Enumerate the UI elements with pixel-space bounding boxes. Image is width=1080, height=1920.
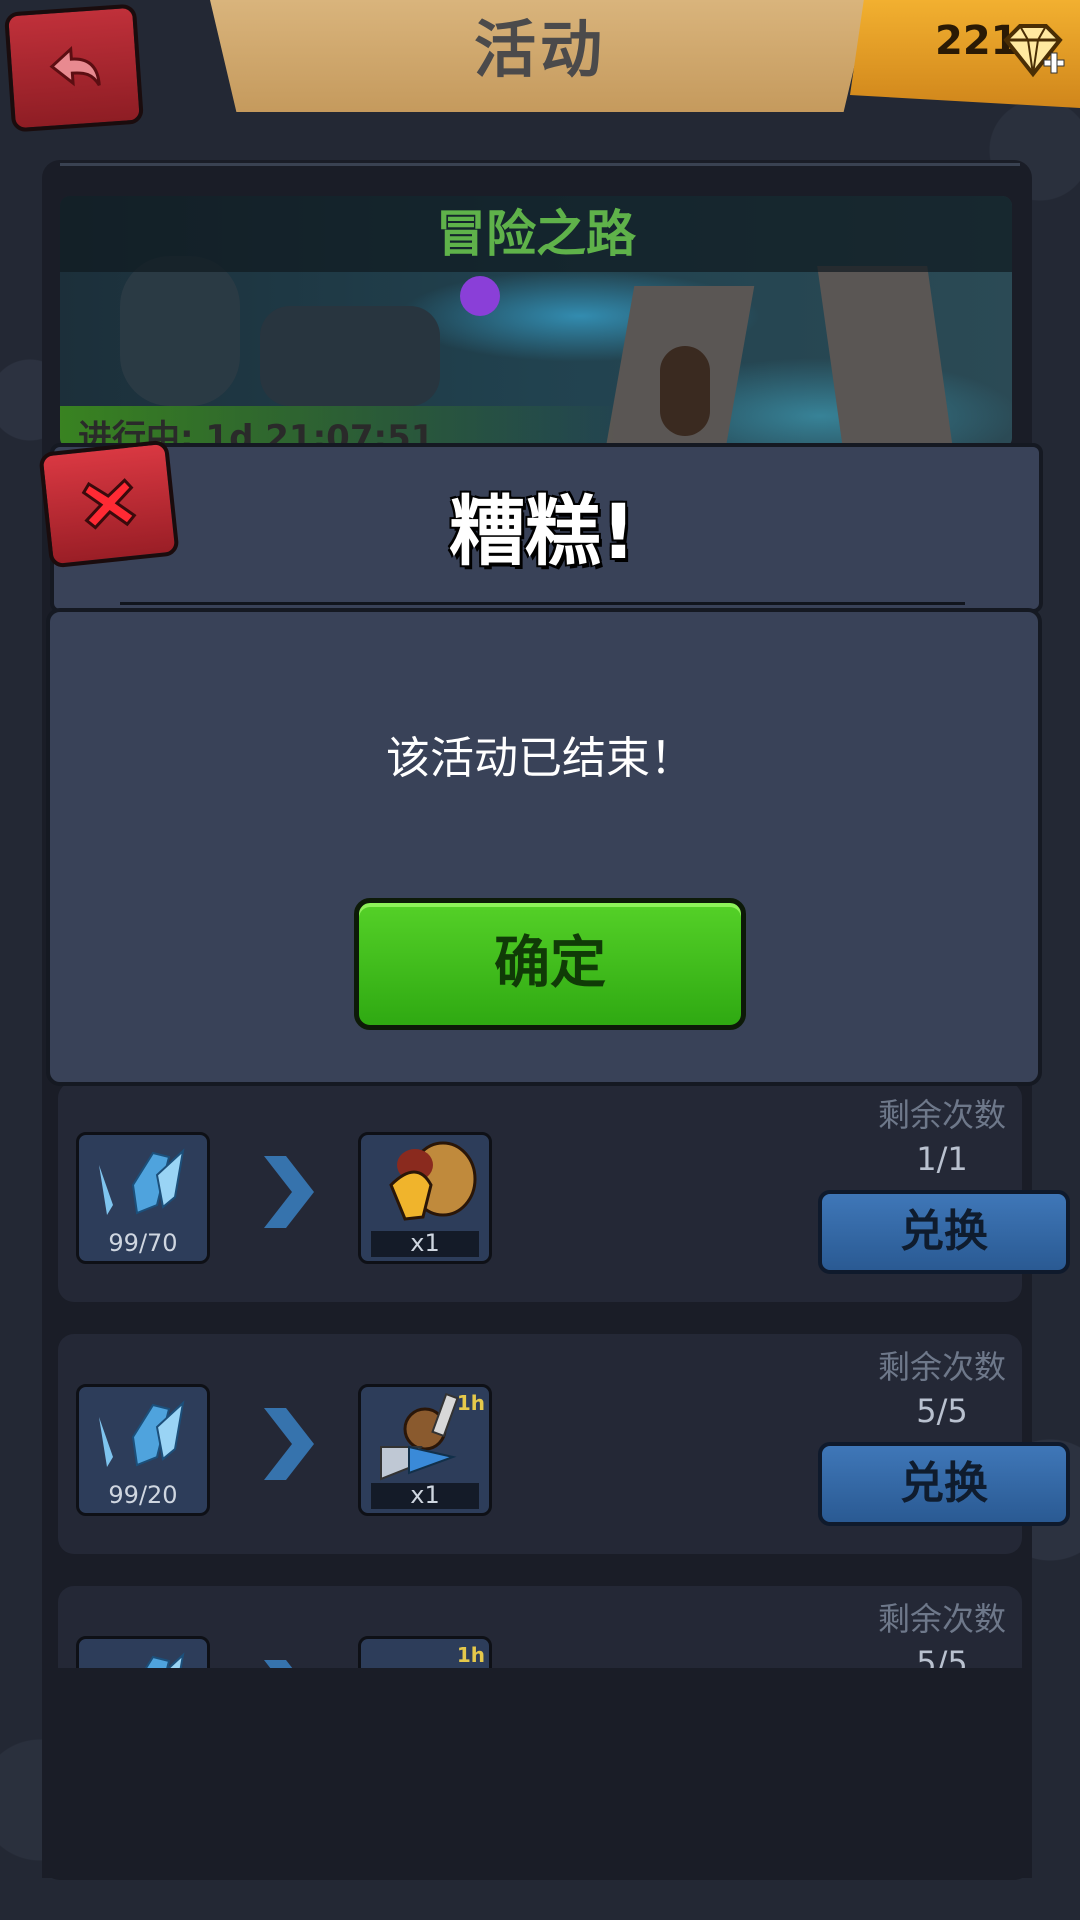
rock-decoration (120, 256, 240, 406)
reward-item-slot[interactable]: 1h x1 (358, 1384, 492, 1516)
remaining-label: 剩余次数 (877, 1348, 1006, 1386)
page-title: 活动 (473, 13, 606, 86)
dialog-title: 糟糕! (449, 487, 636, 576)
remaining-label: 剩余次数 (877, 1600, 1006, 1638)
stone-pillar (817, 266, 953, 448)
chevron-right-icon (264, 1408, 314, 1480)
rock-decoration (260, 306, 440, 406)
event-banner[interactable]: 冒险之路 进行中: 1d 21:07:51 (60, 196, 1012, 448)
close-button[interactable] (38, 439, 180, 569)
list-clip (42, 1668, 1032, 1878)
remaining-value: 1/1 (916, 1140, 968, 1178)
crystal-icon (99, 1148, 185, 1215)
reward-qty: x1 (410, 1229, 440, 1257)
duration-badge: 1h (456, 1643, 485, 1667)
close-x-icon (81, 478, 137, 530)
cost-count: 99/70 (108, 1229, 178, 1257)
banner-title: 冒险之路 (436, 205, 636, 263)
back-arrow-icon (49, 45, 101, 87)
exchange-button[interactable]: 兑换 (818, 1190, 1070, 1274)
dialog-message: 该活动已结束！ (386, 733, 694, 784)
cost-item-slot[interactable]: 99/20 (76, 1384, 210, 1516)
dialog-divider (120, 602, 965, 605)
hero-figure (660, 346, 710, 436)
remaining-value: 5/5 (916, 1392, 968, 1430)
reward-item-slot[interactable]: x1 (358, 1132, 492, 1264)
cost-count: 99/20 (108, 1481, 178, 1509)
chevron-right-icon (264, 1156, 314, 1228)
back-button[interactable] (3, 3, 145, 133)
remaining-label: 剩余次数 (877, 1096, 1006, 1134)
gem-icon[interactable] (998, 22, 1068, 84)
confirm-button[interactable]: 确定 (354, 898, 746, 1030)
purple-flame-icon (460, 276, 500, 316)
crystal-icon (99, 1400, 185, 1467)
exchange-button[interactable]: 兑换 (818, 1442, 1070, 1526)
duration-badge: 1h (456, 1391, 485, 1415)
cost-item-slot[interactable]: 99/70 (76, 1132, 210, 1264)
amber-gem-icon (389, 1141, 477, 1221)
divider (60, 163, 1020, 166)
reward-row: 99/70 x1 剩余次数 1/1 兑换 (58, 1082, 1070, 1302)
reward-qty: x1 (410, 1481, 440, 1509)
reward-row: 99/20 1h x1 剩余次数 5/5 兑换 (58, 1334, 1070, 1554)
